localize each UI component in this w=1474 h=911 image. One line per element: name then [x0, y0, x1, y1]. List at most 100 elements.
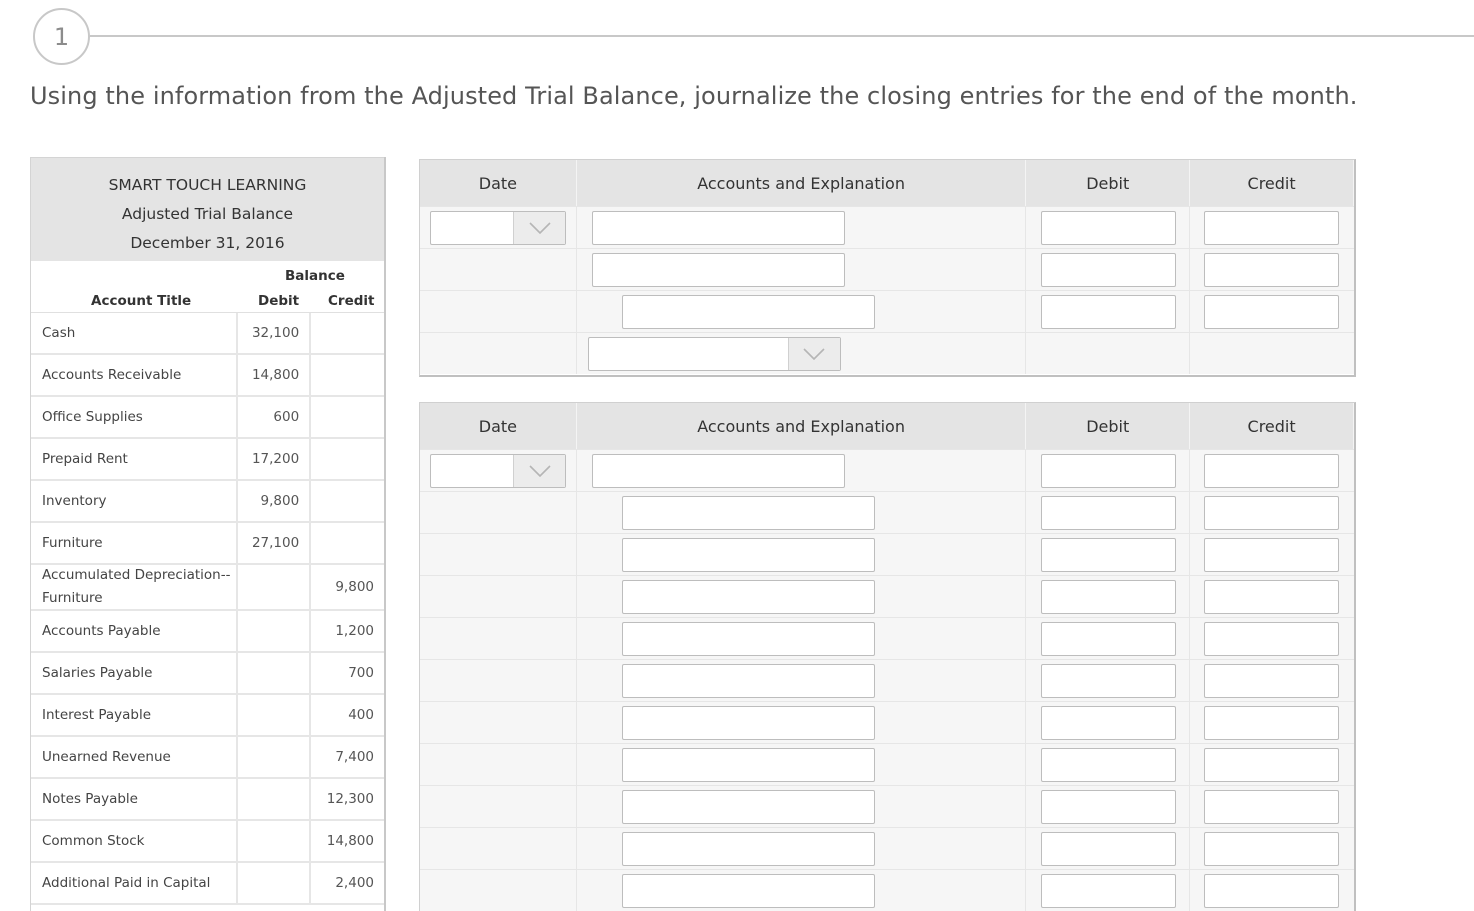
account-input[interactable] [591, 454, 845, 488]
credit-amount-input[interactable] [1204, 211, 1340, 245]
credit-account-input[interactable] [621, 790, 875, 824]
credit-cell: 9,800 [335, 579, 374, 595]
debit-cell [238, 737, 312, 777]
account-cell [577, 870, 1027, 911]
journal-row [420, 248, 1354, 290]
credit-account-input[interactable] [621, 874, 875, 908]
account-title-cell: Accumulated Depreciation--Furniture [31, 565, 239, 609]
date-select[interactable] [430, 211, 566, 245]
credit-amount-input[interactable] [1204, 664, 1340, 698]
credit-amount-input[interactable] [1204, 253, 1340, 287]
credit-header: Credit [328, 293, 375, 309]
credit-cell: 2,400 [335, 875, 374, 891]
journal-row [420, 869, 1354, 911]
credit-amount-input[interactable] [1204, 706, 1340, 740]
dropdown-arrow[interactable] [513, 455, 565, 487]
debit-amount-input[interactable] [1041, 664, 1177, 698]
debit-amount-input[interactable] [1041, 874, 1177, 908]
credit-amount-input[interactable] [1204, 454, 1340, 488]
debit-amount-input[interactable] [1041, 496, 1177, 530]
credit-amount-input[interactable] [1204, 496, 1340, 530]
date-cell [420, 249, 577, 290]
account-title-cell: Unearned Revenue [31, 737, 239, 777]
credit-cell: 7,400 [335, 749, 374, 765]
credit-account-input[interactable] [621, 580, 875, 614]
debit-amount-input[interactable] [1041, 253, 1177, 287]
debit-cell [1026, 333, 1191, 374]
debit-amount-input[interactable] [1041, 538, 1177, 572]
debit-amount-input[interactable] [1041, 790, 1177, 824]
date-cell [420, 291, 577, 332]
debit-amount-input[interactable] [1041, 706, 1177, 740]
journal-row [420, 701, 1354, 743]
credit-cell [311, 523, 384, 563]
journal-2-header: Date Accounts and Explanation Debit Cred… [420, 403, 1354, 449]
debit-cell: 600 [238, 397, 312, 437]
credit-account-input[interactable] [621, 538, 875, 572]
explanation-select[interactable] [587, 337, 841, 371]
trial-balance-column-headers: Balance Account Title Debit Credit [31, 261, 384, 313]
table-row: Furniture 27,100 [31, 523, 384, 565]
credit-account-input[interactable] [621, 496, 875, 530]
credit-account-input[interactable] [621, 295, 875, 329]
debit-cell [1026, 291, 1191, 332]
credit-amount-input[interactable] [1204, 538, 1340, 572]
credit-amount-input[interactable] [1204, 622, 1340, 656]
credit-account-input[interactable] [621, 706, 875, 740]
debit-amount-input[interactable] [1041, 211, 1177, 245]
credit-amount-input[interactable] [1204, 790, 1340, 824]
credit-cell: 12,300 [326, 791, 374, 807]
date-cell [420, 828, 577, 869]
debit-amount-input[interactable] [1041, 622, 1177, 656]
date-select[interactable] [430, 454, 566, 488]
debit-amount-input[interactable] [1041, 748, 1177, 782]
account-cell [577, 333, 1027, 374]
table-row: Cash 32,100 [31, 313, 384, 355]
account-title-header: Account Title [91, 293, 192, 309]
dropdown-arrow[interactable] [513, 212, 565, 244]
journal-entry-2: Date Accounts and Explanation Debit Cred… [419, 402, 1356, 911]
credit-cell [1190, 291, 1354, 332]
debit-column-header: Debit [1026, 403, 1191, 449]
debit-amount-input[interactable] [1041, 580, 1177, 614]
date-cell [420, 870, 577, 911]
credit-amount-input[interactable] [1204, 874, 1340, 908]
credit-cell [1190, 702, 1354, 743]
credit-amount-input[interactable] [1204, 748, 1340, 782]
account-title-cell: Furniture [31, 523, 239, 563]
debit-amount-input[interactable] [1041, 454, 1177, 488]
credit-amount-input[interactable] [1204, 295, 1340, 329]
debit-cell [1026, 492, 1191, 533]
credit-amount-input[interactable] [1204, 580, 1340, 614]
table-row: Salaries Payable 700 [31, 653, 384, 695]
credit-account-input[interactable] [621, 832, 875, 866]
credit-cell [311, 439, 384, 479]
credit-account-input[interactable] [621, 622, 875, 656]
credit-account-input[interactable] [621, 748, 875, 782]
date-cell [420, 450, 577, 491]
step-number: 1 [53, 22, 70, 51]
credit-amount-input[interactable] [1204, 832, 1340, 866]
journal-1-rows [420, 206, 1354, 374]
debit-amount-input[interactable] [1041, 832, 1177, 866]
account-title-cell: Notes Payable [31, 779, 239, 819]
statement-date: December 31, 2016 [130, 234, 285, 252]
account-input[interactable] [591, 253, 845, 287]
account-input[interactable] [591, 211, 845, 245]
instruction-text: Using the information from the Adjusted … [30, 82, 1358, 110]
table-row: Additional Paid in Capital 2,400 [31, 863, 384, 905]
debit-cell [1026, 744, 1191, 785]
journal-row [420, 533, 1354, 575]
date-column-header: Date [420, 403, 577, 449]
account-cell [577, 702, 1027, 743]
debit-cell: 14,800 [238, 355, 312, 395]
debit-amount-input[interactable] [1041, 295, 1177, 329]
credit-account-input[interactable] [621, 664, 875, 698]
account-title-cell: Common Stock [31, 821, 239, 861]
date-cell [420, 786, 577, 827]
debit-cell [1026, 576, 1191, 617]
credit-cell [1190, 786, 1354, 827]
account-cell [577, 618, 1027, 659]
debit-cell [1026, 786, 1191, 827]
dropdown-arrow[interactable] [787, 338, 840, 370]
